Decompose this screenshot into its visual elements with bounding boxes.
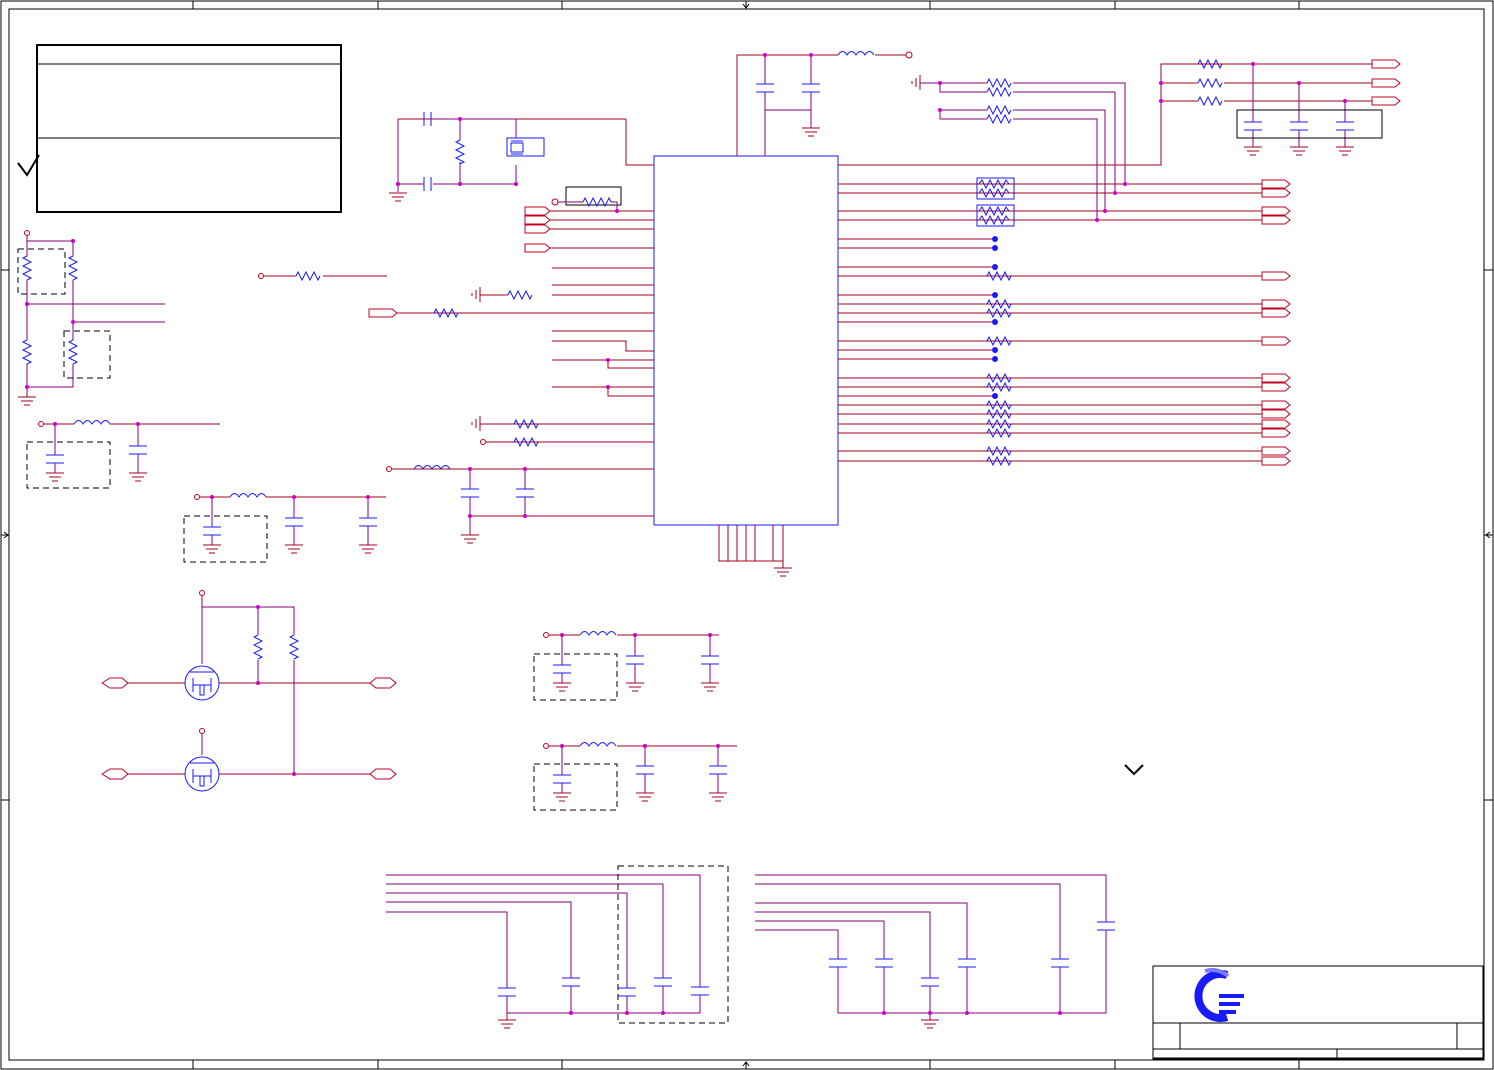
filter-left-2: [183, 493, 386, 563]
checkmark-icon: [17, 154, 40, 177]
ic-ground-pins: [718, 525, 784, 568]
top-right-resistor-network: [911, 75, 1127, 227]
top-right-ports: [1371, 59, 1401, 106]
top-right-output-rails: [1159, 58, 1383, 156]
crystal-oscillator: [389, 112, 545, 202]
decoupling-caps-left: [386, 865, 729, 1029]
left-pullup-resistor: [258, 270, 387, 282]
filter-middle-1: [533, 631, 719, 701]
ic-left-pins: [386, 118, 654, 517]
sheet-border: [0, 0, 1494, 1070]
filter-left-1: [26, 420, 220, 489]
left-resistor-divider: [17, 230, 165, 406]
arrow-marker-icon: [1, 1, 1493, 1069]
chevron-down-icon: [1124, 764, 1144, 776]
resistor-box-small: [551, 186, 622, 213]
ground-symbol: [774, 567, 792, 577]
filter-middle-2: [533, 742, 737, 811]
notes-table: [36, 44, 342, 213]
ic-supply-filter: [386, 465, 534, 544]
right-series-resistors: [986, 270, 1012, 467]
right-output-ports: [1261, 179, 1291, 466]
company-logo-icon: [1194, 968, 1244, 1022]
main-ic-body: [653, 155, 839, 526]
left-input-ports: [368, 206, 551, 318]
decoupling-caps-right: [755, 874, 1115, 1029]
schematic-canvas: [0, 0, 1494, 1070]
top-supply-filter: [736, 51, 913, 156]
left-series-resistors: [433, 287, 610, 448]
mosfet-level-shifter: [101, 590, 397, 792]
